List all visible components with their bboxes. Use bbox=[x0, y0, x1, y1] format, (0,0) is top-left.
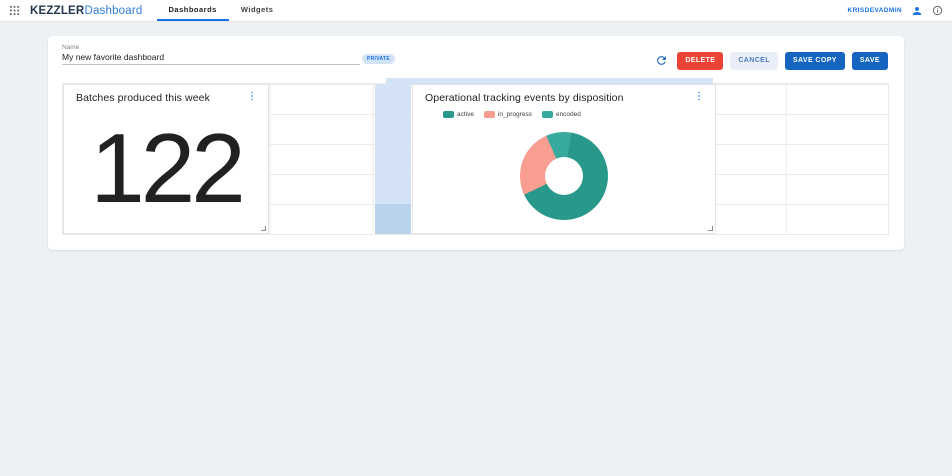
app-bar: KEZZLERDashboard Dashboards Widgets KRIS… bbox=[0, 0, 952, 22]
widget-title: Batches produced this week bbox=[76, 92, 210, 104]
chart-legend: active in_progress encoded bbox=[443, 111, 581, 118]
legend-item-active[interactable]: active bbox=[443, 111, 474, 118]
widget-header: Operational tracking events by dispositi… bbox=[413, 85, 715, 104]
legend-item-encoded[interactable]: encoded bbox=[542, 111, 581, 118]
widget-donut-disposition[interactable]: Operational tracking events by dispositi… bbox=[412, 84, 716, 234]
cancel-button[interactable]: CANCEL bbox=[730, 52, 778, 70]
brand-secondary: Dashboard bbox=[84, 5, 142, 17]
main-nav: Dashboards Widgets bbox=[157, 0, 286, 21]
resize-handle[interactable] bbox=[708, 226, 713, 231]
legend-label: active bbox=[457, 111, 474, 118]
appbar-right: KRISDEVADMIN bbox=[847, 0, 952, 21]
resize-handle[interactable] bbox=[261, 226, 266, 231]
save-button[interactable]: SAVE bbox=[852, 52, 888, 70]
legend-swatch bbox=[542, 111, 553, 118]
legend-swatch bbox=[484, 111, 495, 118]
username[interactable]: KRISDEVADMIN bbox=[847, 7, 902, 14]
widget-kpi-batches[interactable]: Batches produced this week ⋮ 122 bbox=[63, 84, 269, 234]
dashboard-name-input[interactable] bbox=[62, 52, 360, 65]
donut-chart bbox=[520, 132, 608, 220]
kebab-menu-icon[interactable]: ⋮ bbox=[245, 92, 259, 102]
toolbar-actions: DELETE CANCEL SAVE COPY SAVE bbox=[655, 51, 888, 70]
widget-title: Operational tracking events by dispositi… bbox=[425, 92, 624, 104]
legend-item-in-progress[interactable]: in_progress bbox=[484, 111, 532, 118]
kebab-menu-icon[interactable]: ⋮ bbox=[692, 92, 706, 102]
legend-label: encoded bbox=[556, 111, 581, 118]
save-copy-button[interactable]: SAVE COPY bbox=[785, 52, 845, 70]
name-field-label: Name bbox=[62, 44, 79, 51]
person-icon[interactable] bbox=[911, 5, 923, 17]
tab-dashboards[interactable]: Dashboards bbox=[157, 0, 229, 21]
delete-button[interactable]: DELETE bbox=[677, 52, 723, 70]
kpi-value: 122 bbox=[90, 119, 242, 217]
widget-header: Batches produced this week ⋮ bbox=[64, 85, 268, 104]
dashboard-grid: Batches produced this week ⋮ 122 Operati… bbox=[62, 83, 889, 235]
dashboard-editor-card: Name PRIVATE DELETE CANCEL SAVE COPY SAV… bbox=[48, 36, 904, 250]
grid-drop-highlight-cell bbox=[375, 204, 411, 234]
legend-swatch bbox=[443, 111, 454, 118]
legend-label: in_progress bbox=[498, 111, 532, 118]
refresh-icon[interactable] bbox=[655, 54, 668, 67]
brand-logo[interactable]: KEZZLERDashboard bbox=[26, 0, 147, 21]
grid-drop-highlight-column bbox=[375, 84, 411, 234]
info-icon[interactable] bbox=[932, 5, 943, 16]
tab-widgets[interactable]: Widgets bbox=[229, 0, 286, 21]
brand-primary: KEZZLER bbox=[30, 5, 84, 17]
apps-grid-icon[interactable] bbox=[0, 0, 26, 21]
private-badge: PRIVATE bbox=[362, 54, 395, 64]
